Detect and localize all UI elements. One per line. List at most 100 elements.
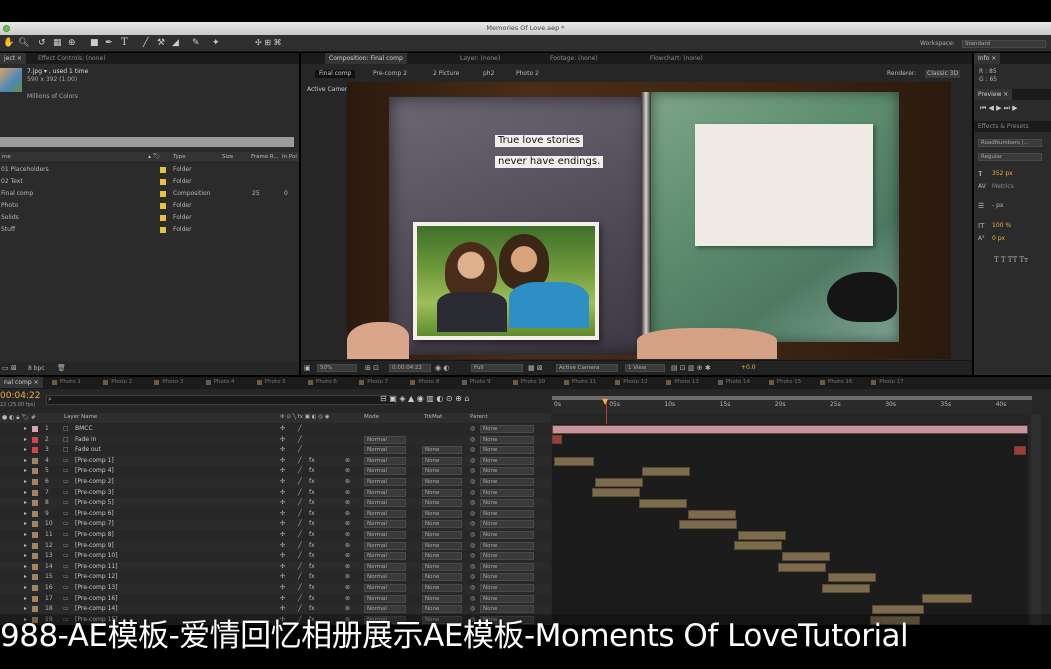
breadcrumb-pre-comp-2[interactable]: Pre-comp 2 (373, 71, 407, 77)
vertical-scale-value[interactable]: 100 % (992, 223, 1011, 229)
trkmat-select[interactable]: None (422, 552, 462, 561)
layer-name[interactable]: [Pre-comp 7] (75, 519, 114, 530)
layer-duration-bar[interactable] (872, 605, 924, 614)
timeline-switch-icons[interactable]: ⊟ ▣ ◈ ▲ ◉ ▥ ◐ ⊙ ⊕ ⌂ (380, 395, 469, 403)
fx-switch-icon[interactable]: fx (309, 572, 315, 583)
expand-arrow-icon[interactable]: ▸ (24, 435, 27, 446)
list-item[interactable]: Final comp Composition 25 0 (0, 189, 299, 200)
mode-select[interactable]: Normal (364, 605, 406, 614)
parent-select[interactable]: None (480, 531, 534, 539)
parent-select[interactable]: None (480, 594, 534, 603)
expand-arrow-icon[interactable]: ▸ (24, 583, 27, 594)
pick-whip-icon[interactable]: ◎ (470, 509, 475, 520)
layer-row[interactable]: ▸ 11 ▭ [Pre-comp 8] ✣ ╱ fx ⊚ Normal None ◎ None (0, 530, 551, 541)
layer-name[interactable]: [Pre-comp 4] (75, 466, 114, 477)
layer-name[interactable]: [Pre-comp 2] (75, 477, 114, 488)
tab-preview[interactable]: Preview × (974, 89, 1013, 100)
rotate-tool-icon[interactable]: ↺ (38, 39, 46, 48)
3d-layer-icon[interactable]: ⊚ (345, 466, 350, 477)
layer-label-swatch[interactable] (32, 553, 38, 560)
col-mode[interactable]: Mode (364, 414, 379, 421)
tab-layer[interactable]: Layer: (none) (456, 53, 504, 64)
mode-select[interactable]: Normal (364, 509, 406, 518)
expand-arrow-icon[interactable]: ▸ (24, 488, 27, 499)
layer-duration-bar[interactable] (782, 552, 830, 561)
tab-final-comp[interactable]: nal comp × (0, 377, 43, 388)
rectangle-tool-icon[interactable]: ■ (90, 39, 99, 48)
zoom-select[interactable]: 50% (317, 364, 357, 372)
layer-label-swatch[interactable] (32, 532, 38, 538)
layer-row[interactable]: ▸ 3 □ Fade out ✣ ╱ Normal None ◎ None (0, 445, 551, 456)
trkmat-select[interactable]: None (422, 446, 462, 455)
layer-label-swatch[interactable] (32, 479, 38, 485)
pick-whip-icon[interactable]: ◎ (470, 551, 475, 562)
mode-select[interactable]: Normal (364, 499, 406, 508)
shy-switch-icon[interactable]: ✣ (280, 551, 285, 562)
layer-label-swatch[interactable] (32, 447, 38, 454)
trkmat-select[interactable]: None (422, 573, 462, 582)
tab-photo-13[interactable]: Photo 13 (664, 377, 699, 388)
col-size[interactable]: Size (222, 154, 233, 161)
layer-label-swatch[interactable] (32, 542, 38, 549)
layer-row[interactable]: ▸ 9 ▭ [Pre-comp 6] ✣ ╱ fx ⊚ Normal None ◎ None (0, 508, 551, 520)
shy-switch-icon[interactable]: ✣ (280, 466, 285, 477)
3d-layer-icon[interactable]: ⊚ (345, 541, 350, 552)
layer-duration-bar[interactable] (688, 509, 736, 519)
tab-footage[interactable]: Footage: (none) (546, 53, 602, 64)
quality-switch-icon[interactable]: ╱ (298, 445, 302, 456)
list-item[interactable]: Solids Folder (0, 213, 299, 224)
pick-whip-icon[interactable]: ◎ (470, 488, 475, 499)
text-style-buttons[interactable]: T T TT Tт (994, 257, 1028, 264)
layer-duration-bar[interactable] (639, 499, 687, 508)
mode-select[interactable]: Normal (364, 478, 406, 486)
pick-whip-icon[interactable]: ◎ (470, 445, 475, 456)
layer-duration-bar[interactable] (554, 456, 594, 466)
snapshot-icon[interactable]: ⊞ ⊡ (365, 365, 379, 372)
camera-tool-icon[interactable]: ▦ (53, 39, 62, 48)
tab-photo-11[interactable]: Photo 11 (562, 377, 596, 388)
layer-row[interactable]: ▸ 7 ▭ [Pre-comp 3] ✣ ╱ fx ⊚ Normal None ◎ None (0, 487, 551, 499)
layer-duration-bar[interactable] (679, 520, 737, 530)
resolution-select[interactable]: Full (471, 364, 523, 372)
shy-switch-icon[interactable]: ✣ (280, 594, 285, 605)
mode-select[interactable]: Normal (364, 488, 406, 497)
list-item[interactable]: 01 Placeholders Folder (0, 165, 299, 176)
quality-switch-icon[interactable]: ╱ (298, 562, 302, 573)
layer-label-swatch[interactable] (32, 457, 38, 464)
fx-switch-icon[interactable]: fx (309, 466, 315, 477)
fx-switch-icon[interactable]: fx (309, 456, 315, 467)
quality-switch-icon[interactable]: ╱ (298, 435, 302, 446)
shy-switch-icon[interactable]: ✣ (280, 541, 285, 552)
camera-select[interactable]: Active Camera (556, 364, 618, 372)
layer-label-swatch[interactable] (32, 563, 38, 570)
expand-arrow-icon[interactable]: ▸ (24, 477, 27, 488)
pan-behind-icon[interactable]: ⊕ (68, 39, 76, 48)
shy-switch-icon[interactable]: ✣ (280, 519, 285, 530)
parent-select[interactable]: None (480, 520, 534, 529)
layer-row[interactable]: ▸ 8 ▭ [Pre-comp 5] ✣ ╱ fx ⊚ Normal None ◎ None (0, 498, 551, 509)
list-item[interactable]: Stuff Folder (0, 225, 299, 236)
fx-switch-icon[interactable]: fx (309, 541, 315, 552)
breadcrumb-ph2[interactable]: ph2 (483, 71, 494, 77)
baseline-value[interactable]: 0 px (992, 236, 1005, 242)
layer-row[interactable]: ▸ 17 ▭ [Pre-comp 16] ✣ ╱ fx ⊚ Normal None ◎ None (0, 593, 551, 605)
layer-row[interactable]: ▸ 1 □ BMCC ✣ ╱ ◎ None (0, 424, 551, 435)
zoom-tool-icon[interactable]: 🔍︎ (18, 39, 29, 48)
quality-switch-icon[interactable]: ╱ (298, 594, 302, 605)
puppet-tool-icon[interactable]: ✦ (212, 39, 220, 48)
parent-select[interactable]: None (480, 509, 534, 518)
expand-arrow-icon[interactable]: ▸ (24, 498, 27, 509)
layer-name[interactable]: [Pre-comp 13] (75, 583, 118, 594)
leading-value[interactable]: - px (992, 203, 1003, 209)
col-trkmat[interactable]: TrkMat (424, 414, 442, 421)
tab-photo-9[interactable]: Photo 9 (460, 377, 491, 388)
layer-label-swatch[interactable] (32, 574, 38, 581)
view-options-icons[interactable]: ▤ ⊡ ▥ ⊕ ✱ (671, 365, 711, 372)
quality-switch-icon[interactable]: ╱ (298, 519, 302, 530)
trkmat-select[interactable]: None (422, 594, 462, 603)
breadcrumb-photo-2[interactable]: Photo 2 (516, 71, 539, 77)
expand-arrow-icon[interactable]: ▸ (24, 456, 27, 467)
tab-photo-2[interactable]: Photo 2 (101, 377, 132, 388)
fx-switch-icon[interactable]: fx (309, 488, 315, 499)
layer-label-swatch[interactable] (32, 595, 38, 602)
